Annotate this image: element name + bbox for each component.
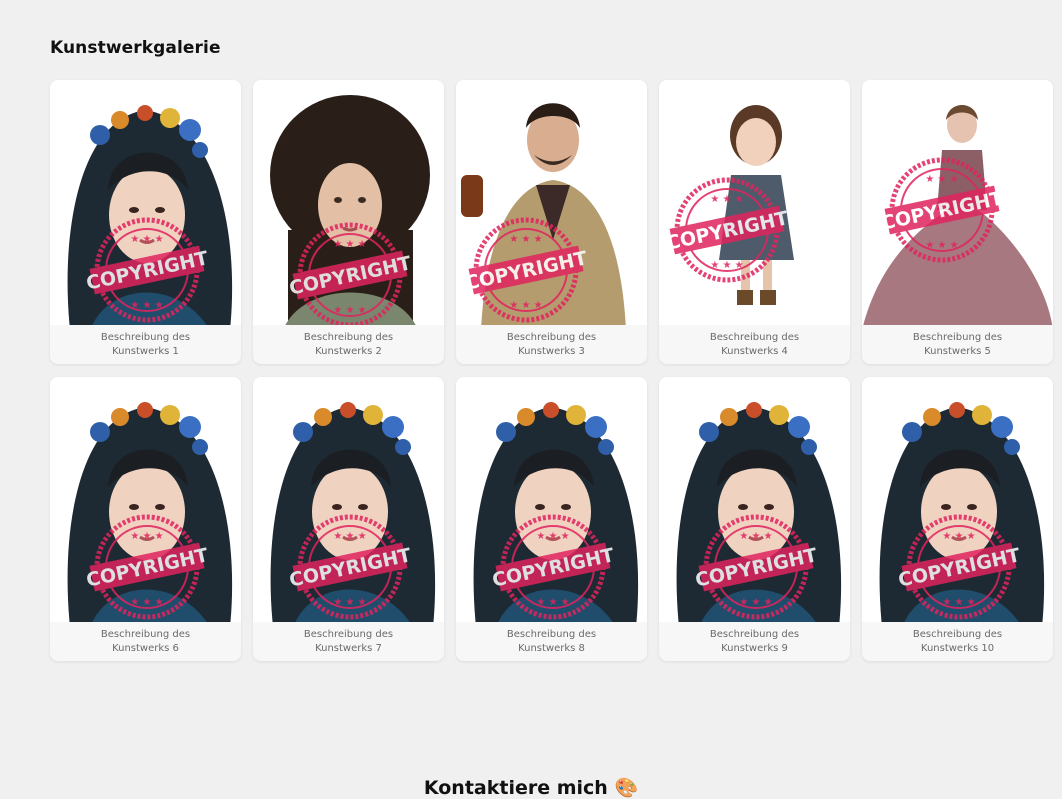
svg-text:★ ★ ★: ★ ★ ★: [333, 597, 366, 608]
svg-text:★ ★ ★: ★ ★ ★: [130, 300, 163, 311]
artwork-image[interactable]: COPYRIGHT ★ ★ ★ ★ ★ ★: [50, 80, 241, 325]
svg-text:★ ★ ★: ★ ★ ★: [925, 174, 958, 185]
artwork-card[interactable]: COPYRIGHT ★ ★ ★ ★ ★ ★ Beschreibung des K…: [862, 377, 1053, 661]
artwork-image[interactable]: COPYRIGHT ★ ★ ★ ★ ★ ★: [50, 377, 241, 622]
artwork-image[interactable]: COPYRIGHT ★ ★ ★ ★ ★ ★: [456, 377, 647, 622]
artwork-card[interactable]: COPYRIGHT ★ ★ ★ ★ ★ ★ Beschreibung des K…: [50, 80, 241, 364]
artwork-card[interactable]: COPYRIGHT ★ ★ ★ ★ ★ ★ Beschreibung des K…: [456, 80, 647, 364]
svg-text:★ ★ ★: ★ ★ ★: [925, 240, 958, 251]
svg-text:★ ★ ★: ★ ★ ★: [333, 305, 366, 316]
svg-text:★ ★ ★: ★ ★ ★: [333, 239, 366, 250]
artwork-card[interactable]: COPYRIGHT ★ ★ ★ ★ ★ ★ Beschreibung des K…: [253, 377, 444, 661]
artwork-card[interactable]: COPYRIGHT ★ ★ ★ ★ ★ ★ Beschreibung des K…: [456, 377, 647, 661]
artwork-image[interactable]: COPYRIGHT ★ ★ ★ ★ ★ ★: [862, 80, 1053, 325]
artwork-card[interactable]: COPYRIGHT ★ ★ ★ ★ ★ ★ Beschreibung des K…: [50, 377, 241, 661]
artwork-image[interactable]: COPYRIGHT ★ ★ ★ ★ ★ ★: [456, 80, 647, 325]
svg-text:★ ★ ★: ★ ★ ★: [739, 597, 772, 608]
artwork-image[interactable]: COPYRIGHT ★ ★ ★ ★ ★ ★: [253, 377, 444, 622]
artwork-caption: Beschreibung des Kunstwerks 9: [709, 628, 800, 654]
artwork-caption: Beschreibung des Kunstwerks 8: [506, 628, 597, 654]
artwork-caption: Beschreibung des Kunstwerks 4: [709, 331, 800, 357]
artwork-caption: Beschreibung des Kunstwerks 6: [100, 628, 191, 654]
svg-text:★ ★ ★: ★ ★ ★: [739, 531, 772, 542]
svg-text:★ ★ ★: ★ ★ ★: [536, 597, 569, 608]
svg-text:★ ★ ★: ★ ★ ★: [509, 300, 542, 311]
artwork-image[interactable]: COPYRIGHT ★ ★ ★ ★ ★ ★: [253, 80, 444, 325]
gallery-title: Kunstwerkgalerie: [50, 38, 221, 58]
svg-text:★ ★ ★: ★ ★ ★: [509, 234, 542, 245]
svg-text:★ ★ ★: ★ ★ ★: [333, 531, 366, 542]
artwork-card[interactable]: COPYRIGHT ★ ★ ★ ★ ★ ★ Beschreibung des K…: [862, 80, 1053, 364]
artwork-caption: Beschreibung des Kunstwerks 10: [912, 628, 1003, 654]
artwork-grid: COPYRIGHT ★ ★ ★ ★ ★ ★ Beschreibung des K…: [50, 80, 1062, 661]
svg-text:★ ★ ★: ★ ★ ★: [942, 531, 975, 542]
artwork-image[interactable]: COPYRIGHT ★ ★ ★ ★ ★ ★: [659, 377, 850, 622]
svg-text:★ ★ ★: ★ ★ ★: [710, 260, 743, 271]
artwork-card[interactable]: COPYRIGHT ★ ★ ★ ★ ★ ★ Beschreibung des K…: [659, 377, 850, 661]
svg-text:★ ★ ★: ★ ★ ★: [130, 531, 163, 542]
artwork-card[interactable]: COPYRIGHT ★ ★ ★ ★ ★ ★ Beschreibung des K…: [253, 80, 444, 364]
artwork-caption: Beschreibung des Kunstwerks 1: [100, 331, 191, 357]
artwork-caption: Beschreibung des Kunstwerks 7: [303, 628, 394, 654]
svg-text:★ ★ ★: ★ ★ ★: [130, 234, 163, 245]
artwork-caption: Beschreibung des Kunstwerks 3: [506, 331, 597, 357]
artwork-caption: Beschreibung des Kunstwerks 5: [912, 331, 1003, 357]
svg-text:★ ★ ★: ★ ★ ★: [536, 531, 569, 542]
artwork-card[interactable]: COPYRIGHT ★ ★ ★ ★ ★ ★ Beschreibung des K…: [659, 80, 850, 364]
artwork-caption: Beschreibung des Kunstwerks 2: [303, 331, 394, 357]
artwork-image[interactable]: COPYRIGHT ★ ★ ★ ★ ★ ★: [659, 80, 850, 325]
svg-text:★ ★ ★: ★ ★ ★: [710, 194, 743, 205]
artwork-image[interactable]: COPYRIGHT ★ ★ ★ ★ ★ ★: [862, 377, 1053, 622]
svg-text:★ ★ ★: ★ ★ ★: [942, 597, 975, 608]
svg-text:★ ★ ★: ★ ★ ★: [130, 597, 163, 608]
